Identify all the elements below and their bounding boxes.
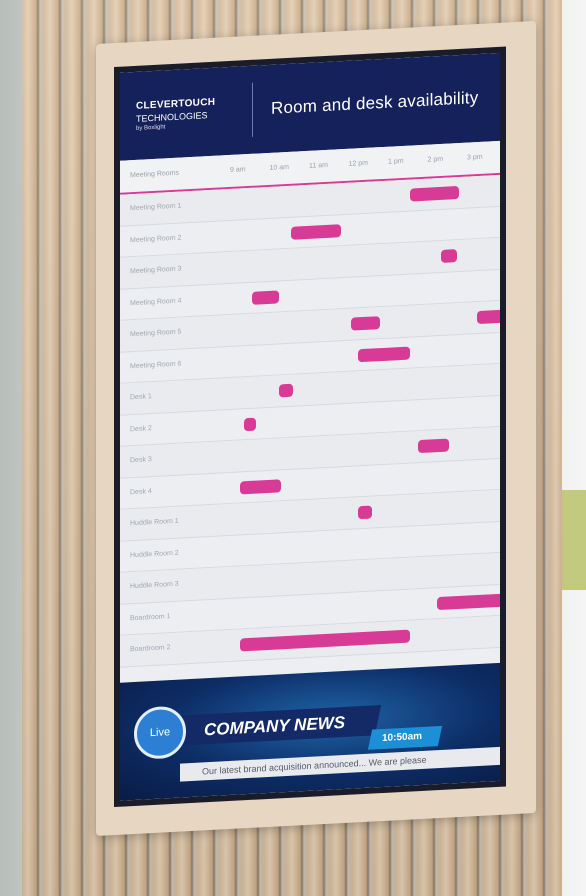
- brand-logo: CLEVERTOUCH TECHNOLOGIES by Boxlight: [120, 94, 252, 132]
- corner-label: Meeting Rooms: [130, 169, 180, 180]
- live-label: Live: [149, 726, 171, 740]
- booking-block: [437, 592, 500, 610]
- time-slot-label: 3 pm: [467, 153, 483, 162]
- room-label: Huddle Room 3: [130, 580, 179, 591]
- signage-screen: CLEVERTOUCH TECHNOLOGIES by Boxlight Roo…: [120, 52, 500, 801]
- header-divider: [252, 82, 253, 137]
- booking-block: [358, 505, 373, 520]
- room-label: Desk 4: [130, 487, 152, 496]
- time-slot-label: 12 pm: [348, 159, 368, 168]
- booking-block: [409, 185, 460, 202]
- clock-time: 10:50am: [382, 730, 423, 745]
- schedule-grid: Meeting Room 1 Meeting Room 2 Meeting Room…: [120, 174, 500, 668]
- display-bezel: CLEVERTOUCH TECHNOLOGIES by Boxlight Roo…: [114, 46, 506, 808]
- live-badge: Live: [134, 705, 186, 761]
- room-label: Meeting Room 1: [130, 202, 182, 213]
- room-label: Huddle Room 1: [130, 517, 179, 528]
- room-label: Huddle Room 2: [130, 549, 179, 559]
- booking-block: [239, 478, 282, 494]
- booking-block: [243, 417, 256, 431]
- booking-block: [291, 223, 341, 240]
- booking-block: [251, 289, 280, 305]
- time-slot-label: 10 am: [269, 163, 289, 172]
- time-slot-label: 2 pm: [427, 155, 444, 164]
- screen-title: Room and desk availability: [271, 87, 479, 118]
- booking-block: [350, 316, 381, 331]
- room-label: Desk 3: [130, 456, 152, 465]
- room-label: Desk 1: [130, 393, 152, 402]
- display-frame: CLEVERTOUCH TECHNOLOGIES by Boxlight Roo…: [96, 20, 536, 837]
- room-label: Meeting Room 5: [130, 328, 182, 339]
- booking-block: [239, 629, 410, 652]
- room-label: Meeting Room 6: [130, 360, 182, 370]
- room-label: Boardroom 2: [130, 644, 171, 654]
- time-slot-label: 11 am: [309, 161, 328, 170]
- news-ticker: Our latest brand acquisition announced..…: [180, 746, 500, 782]
- time-slot-label: 9 am: [230, 166, 246, 174]
- booking-block: [279, 383, 294, 398]
- booking-block: [417, 438, 450, 454]
- room-label: Meeting Room 2: [130, 234, 182, 244]
- room-label: Meeting Room 3: [130, 265, 182, 276]
- news-footer: Live COMPANY NEWS 10:50am Our latest bra…: [120, 662, 500, 801]
- room-label: Meeting Room 4: [130, 297, 182, 307]
- time-slot-label: 1 pm: [388, 157, 404, 166]
- room-label: Boardroom 1: [130, 612, 171, 622]
- room-label: Desk 2: [130, 424, 152, 433]
- booking-block: [441, 249, 458, 263]
- booking-block: [476, 309, 500, 325]
- booking-block: [358, 346, 410, 362]
